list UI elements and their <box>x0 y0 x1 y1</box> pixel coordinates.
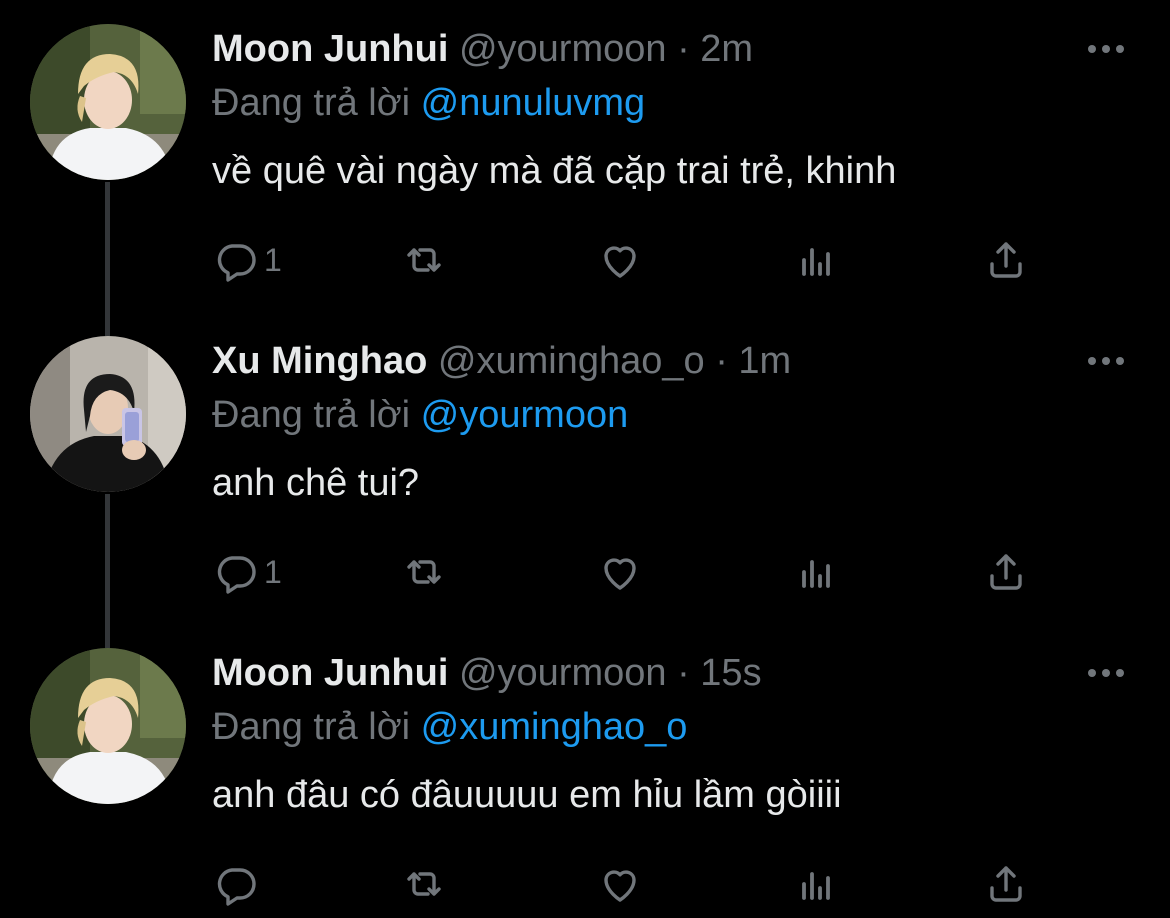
heart-icon <box>604 246 636 278</box>
like-button[interactable] <box>596 548 644 596</box>
tweet-text: về quê vài ngày mà đã cặp trai trẻ, khin… <box>212 150 897 192</box>
views-button[interactable] <box>792 548 840 596</box>
like-button[interactable] <box>596 860 644 908</box>
more-options-icon[interactable] <box>1086 38 1126 60</box>
retweet-button[interactable] <box>400 860 448 908</box>
tweet-actions <box>212 860 1032 908</box>
display-name[interactable]: Moon Junhui <box>212 28 448 70</box>
reply-button[interactable] <box>212 860 264 908</box>
retweet-icon <box>407 560 441 584</box>
tweet-text: anh chê tui? <box>212 462 420 504</box>
timestamp[interactable]: 1m <box>738 340 791 382</box>
views-button[interactable] <box>792 860 840 908</box>
replying-to: Đang trả lời @xuminghao_o <box>212 704 687 750</box>
reply-count: 1 <box>264 241 282 278</box>
analytics-icon <box>802 248 830 276</box>
share-icon <box>990 554 1022 590</box>
retweet-button[interactable] <box>400 236 448 284</box>
analytics-icon <box>802 560 830 588</box>
tweet-thread: Moon Junhui @yourmoon · 2m Đang trả lời … <box>0 0 1170 918</box>
replying-to: Đang trả lời @yourmoon <box>212 392 628 438</box>
reply-count: 1 <box>264 553 282 590</box>
tweet-header: Moon Junhui @yourmoon · 2m <box>212 26 753 72</box>
avatar-photo-light-hair <box>30 24 186 180</box>
mention-link[interactable]: @nunuluvmg <box>421 82 645 124</box>
more-options-icon[interactable] <box>1086 350 1126 372</box>
tweet[interactable]: Moon Junhui @yourmoon · 2m Đang trả lời … <box>0 0 1170 312</box>
replying-to-label: Đang trả lời <box>212 706 411 748</box>
timestamp[interactable]: 2m <box>700 28 753 70</box>
separator-dot: · <box>715 340 728 382</box>
share-button[interactable] <box>982 236 1030 284</box>
views-button[interactable] <box>792 236 840 284</box>
timestamp[interactable]: 15s <box>700 652 761 694</box>
analytics-icon <box>802 872 830 900</box>
reply-icon <box>217 868 256 906</box>
tweet-actions: 1 <box>212 236 1032 284</box>
display-name[interactable]: Xu Minghao <box>212 340 427 382</box>
user-handle[interactable]: @xuminghao_o <box>438 340 705 382</box>
avatar[interactable] <box>30 648 186 804</box>
share-icon <box>990 866 1022 902</box>
tweet[interactable]: Moon Junhui @yourmoon · 15s Đang trả lời… <box>0 624 1170 918</box>
mention-link[interactable]: @yourmoon <box>421 394 629 436</box>
separator-dot: · <box>677 652 690 694</box>
share-icon <box>990 242 1022 278</box>
retweet-icon <box>407 872 441 896</box>
avatar-photo-mirror-selfie <box>30 336 186 492</box>
replying-to-label: Đang trả lời <box>212 394 411 436</box>
tweet-header: Xu Minghao @xuminghao_o · 1m <box>212 338 791 384</box>
reply-icon <box>217 556 256 594</box>
heart-icon <box>604 870 636 902</box>
tweet-header: Moon Junhui @yourmoon · 15s <box>212 650 762 696</box>
tweet-text: anh đâu có đâuuuuu em hỉu lầm gòiiii <box>212 774 842 816</box>
reply-icon <box>217 244 256 282</box>
display-name[interactable]: Moon Junhui <box>212 652 448 694</box>
share-button[interactable] <box>982 548 1030 596</box>
more-options-icon[interactable] <box>1086 662 1126 684</box>
heart-icon <box>604 558 636 590</box>
retweet-button[interactable] <box>400 548 448 596</box>
avatar-photo-light-hair <box>30 648 186 804</box>
mention-link[interactable]: @xuminghao_o <box>421 706 688 748</box>
replying-to-label: Đang trả lời <box>212 82 411 124</box>
reply-button[interactable]: 1 <box>212 548 282 596</box>
user-handle[interactable]: @yourmoon <box>459 652 667 694</box>
replying-to: Đang trả lời @nunuluvmg <box>212 80 645 126</box>
avatar[interactable] <box>30 336 186 492</box>
avatar[interactable] <box>30 24 186 180</box>
user-handle[interactable]: @yourmoon <box>459 28 667 70</box>
like-button[interactable] <box>596 236 644 284</box>
tweet-actions: 1 <box>212 548 1032 596</box>
share-button[interactable] <box>982 860 1030 908</box>
tweet[interactable]: Xu Minghao @xuminghao_o · 1m Đang trả lờ… <box>0 312 1170 624</box>
retweet-icon <box>407 248 441 272</box>
reply-button[interactable]: 1 <box>212 236 282 284</box>
separator-dot: · <box>677 28 690 70</box>
